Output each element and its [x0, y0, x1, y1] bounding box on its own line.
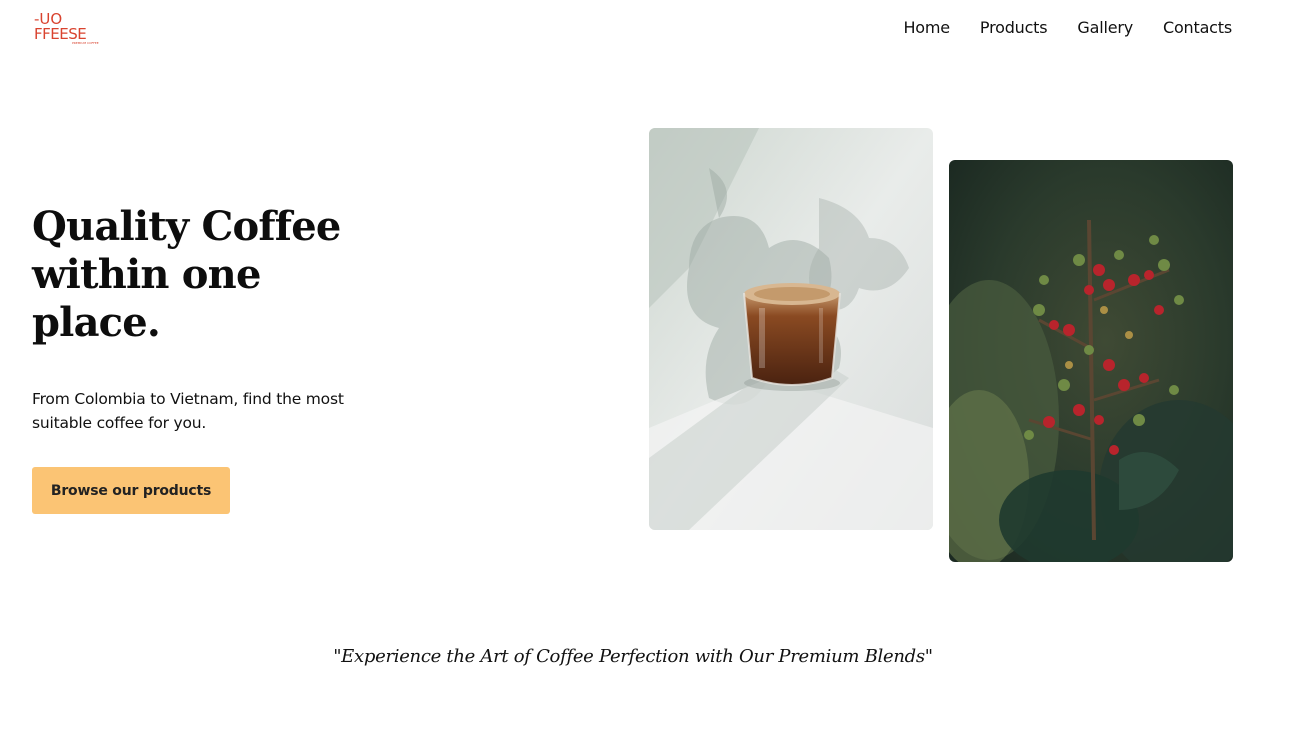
- hero-title: Quality Coffee within one place.: [32, 203, 341, 346]
- brand-logo[interactable]: -UO FFEESE PREMIUM COFFEE: [34, 8, 114, 46]
- coffee-cherries-image: [949, 160, 1233, 562]
- coffee-glass-image: [649, 128, 933, 530]
- nav-products-link[interactable]: Products: [980, 17, 1048, 39]
- nav-contacts-link[interactable]: Contacts: [1163, 17, 1232, 39]
- logo-tagline: PREMIUM COFFEE: [72, 41, 99, 45]
- nav-home-link[interactable]: Home: [903, 17, 950, 39]
- browse-products-button[interactable]: Browse our products: [32, 467, 230, 514]
- nav-gallery-link[interactable]: Gallery: [1077, 17, 1133, 39]
- tagline-quote: "Experience the Art of Coffee Perfection…: [333, 646, 933, 667]
- hero-subtitle: From Colombia to Vietnam, find the most …: [32, 390, 344, 432]
- main-nav: Home Products Gallery Contacts: [903, 17, 1232, 39]
